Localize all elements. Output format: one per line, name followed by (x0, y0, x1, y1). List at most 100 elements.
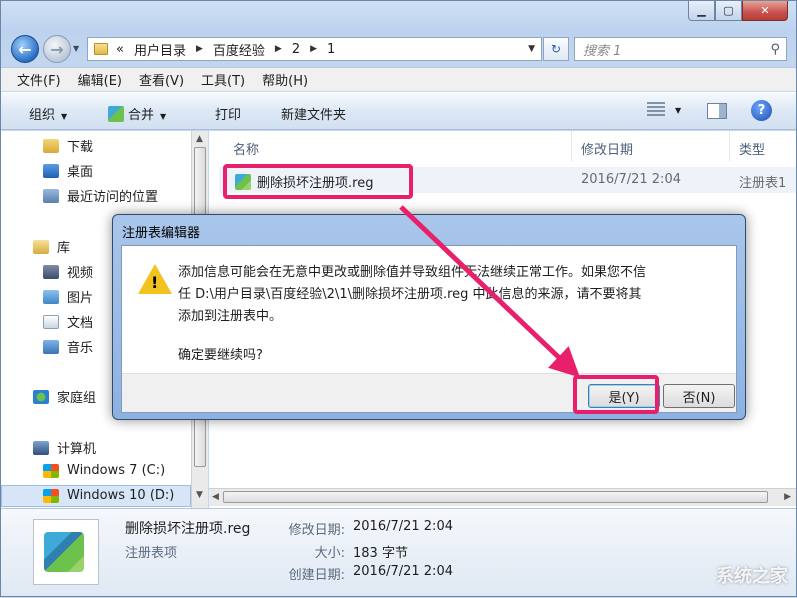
nav-item-downloads[interactable]: 下载 (43, 136, 93, 155)
back-button[interactable]: ← (11, 35, 39, 63)
forward-button[interactable]: → (43, 35, 71, 63)
search-input[interactable]: 搜索 1 ⚲ (574, 37, 787, 61)
menu-view[interactable]: 查看(V) (139, 70, 184, 89)
details-label-size: 大小: (314, 546, 345, 561)
details-value-modified: 2016/7/21 2:04 (353, 519, 453, 534)
nav-label: 家庭组 (57, 391, 97, 406)
nav-item-drive-c[interactable]: Windows 7 (C:) (43, 463, 165, 478)
close-button[interactable]: ✕ (742, 1, 788, 21)
nav-label: 计算机 (57, 442, 97, 457)
breadcrumb-baidu[interactable]: 百度经验 (213, 40, 265, 59)
merge-button[interactable]: 合并 ▼ (108, 104, 166, 123)
file-date: 2016/7/21 2:04 (581, 172, 681, 187)
breadcrumb-user-dir[interactable]: 用户目录 (134, 40, 186, 59)
details-file-name: 删除损坏注册项.reg (125, 521, 251, 537)
desktop-icon (43, 163, 59, 178)
nav-item-videos[interactable]: 视频 (43, 262, 93, 281)
view-dropdown-icon[interactable]: ▼ (675, 106, 681, 115)
column-divider[interactable] (571, 131, 572, 161)
search-icon[interactable]: ⚲ (770, 42, 780, 57)
computer-icon (33, 440, 49, 455)
nav-item-drive-d[interactable]: Windows 10 (D:) (43, 488, 174, 503)
print-button[interactable]: 打印 (215, 104, 241, 123)
column-header-date[interactable]: 修改日期 (581, 139, 633, 158)
nav-item-pictures[interactable]: 图片 (43, 287, 93, 306)
minimize-button[interactable]: ▁ (688, 1, 715, 21)
nav-item-documents[interactable]: 文档 (43, 312, 93, 331)
scroll-left-icon[interactable]: ◀ (212, 492, 219, 502)
nav-label: 最近访问的位置 (67, 190, 159, 205)
breadcrumb-2[interactable]: 2 (292, 42, 300, 57)
details-value-created: 2016/7/21 2:04 (353, 564, 453, 579)
change-view-icon[interactable] (647, 102, 665, 118)
nav-label: Windows 10 (D:) (67, 488, 175, 503)
recent-places-icon (43, 188, 59, 203)
details-label-created: 创建日期: (288, 568, 345, 583)
nav-label: 桌面 (67, 165, 94, 180)
organize-button[interactable]: 组织 ▼ (29, 104, 67, 123)
homegroup-icon (33, 389, 49, 404)
details-file-kind: 注册表项 (125, 546, 178, 561)
menu-help[interactable]: 帮助(H) (262, 70, 308, 89)
dialog-message-line3: 添加到注册表中。 (178, 309, 283, 324)
dialog-question: 确定要继续吗? (178, 348, 263, 363)
search-placeholder: 搜索 1 (583, 43, 622, 59)
nav-item-desktop[interactable]: 桌面 (43, 161, 93, 180)
menu-file[interactable]: 文件(F) (17, 70, 61, 89)
breadcrumb-1[interactable]: 1 (327, 42, 335, 57)
nav-label: 音乐 (67, 341, 94, 356)
print-label: 打印 (215, 108, 242, 123)
scroll-up-icon[interactable]: ▲ (196, 134, 203, 144)
recent-pages-dropdown[interactable]: ▼ (73, 44, 79, 53)
address-bar[interactable]: « 用户目录 ▶ 百度经验 ▶ 2 ▶ 1 ▼ (87, 37, 542, 61)
dialog-message: 添加信息可能会在无意中更改或删除值并导致组件无法继续正常工作。如果您不信 任 D… (178, 262, 724, 328)
nav-label: 下载 (67, 140, 94, 155)
nav-item-homegroup[interactable]: 家庭组 (33, 387, 96, 406)
chevron-down-icon: ▼ (160, 112, 167, 121)
file-type: 注册表1 (739, 176, 787, 191)
help-icon[interactable]: ? (751, 100, 772, 121)
command-bar: 组织 ▼ 合并 ▼ 打印 新建文件夹 ▼ ? (1, 92, 796, 130)
breadcrumb-separator-icon[interactable]: ▶ (196, 44, 203, 54)
menu-tools[interactable]: 工具(T) (201, 70, 245, 89)
breadcrumb-separator-icon[interactable]: ▶ (310, 44, 317, 54)
breadcrumb-overflow[interactable]: « (116, 42, 124, 57)
preview-pane-icon[interactable] (707, 103, 727, 119)
horizontal-scrollbar[interactable]: ◀ ▶ (209, 488, 796, 506)
maximize-button[interactable]: ▢ (715, 1, 742, 21)
nav-item-computer[interactable]: 计算机 (33, 438, 96, 457)
organize-label: 组织 (29, 108, 56, 123)
highlight-box-file (223, 164, 413, 199)
new-folder-button[interactable]: 新建文件夹 (281, 104, 346, 123)
dialog-title: 注册表编辑器 (122, 226, 201, 241)
refresh-button[interactable]: ↻ (543, 37, 569, 61)
scroll-thumb[interactable] (223, 491, 768, 503)
new-folder-label: 新建文件夹 (281, 108, 347, 123)
watermark-logo: 系统之家 (716, 566, 788, 587)
nav-item-libraries[interactable]: 库 (33, 237, 70, 256)
warning-exclamation-icon: ! (151, 273, 159, 292)
breadcrumb-separator-icon[interactable]: ▶ (275, 44, 282, 54)
column-divider[interactable] (729, 131, 730, 161)
highlight-box-yes (573, 375, 659, 414)
window-controls: ▁ ▢ ✕ (688, 1, 788, 21)
scroll-right-icon[interactable]: ▶ (784, 492, 791, 502)
explorer-window: ▁ ▢ ✕ ← → ▼ « 用户目录 ▶ 百度经验 ▶ 2 ▶ 1 ▼ ↻ 搜索… (0, 0, 797, 597)
download-folder-icon (43, 138, 59, 153)
scroll-down-icon[interactable]: ▼ (196, 490, 203, 500)
nav-label: 库 (57, 241, 71, 256)
details-value-size: 183 字节 (353, 546, 408, 561)
address-dropdown-icon[interactable]: ▼ (528, 44, 535, 54)
column-header-name[interactable]: 名称 (233, 139, 259, 158)
picture-icon (43, 289, 59, 304)
nav-item-recent[interactable]: 最近访问的位置 (43, 186, 158, 205)
windows-drive-icon (43, 488, 59, 503)
nav-label: 视频 (67, 266, 94, 281)
no-button[interactable]: 否(N) (663, 384, 735, 408)
column-header-type[interactable]: 类型 (739, 139, 765, 158)
merge-label: 合并 (128, 108, 155, 123)
menu-edit[interactable]: 编辑(E) (78, 70, 122, 89)
details-pane: 删除损坏注册项.reg 注册表项 修改日期: 大小: 创建日期: 2016/7/… (1, 508, 796, 596)
nav-item-music[interactable]: 音乐 (43, 337, 93, 356)
folder-icon (94, 43, 108, 55)
